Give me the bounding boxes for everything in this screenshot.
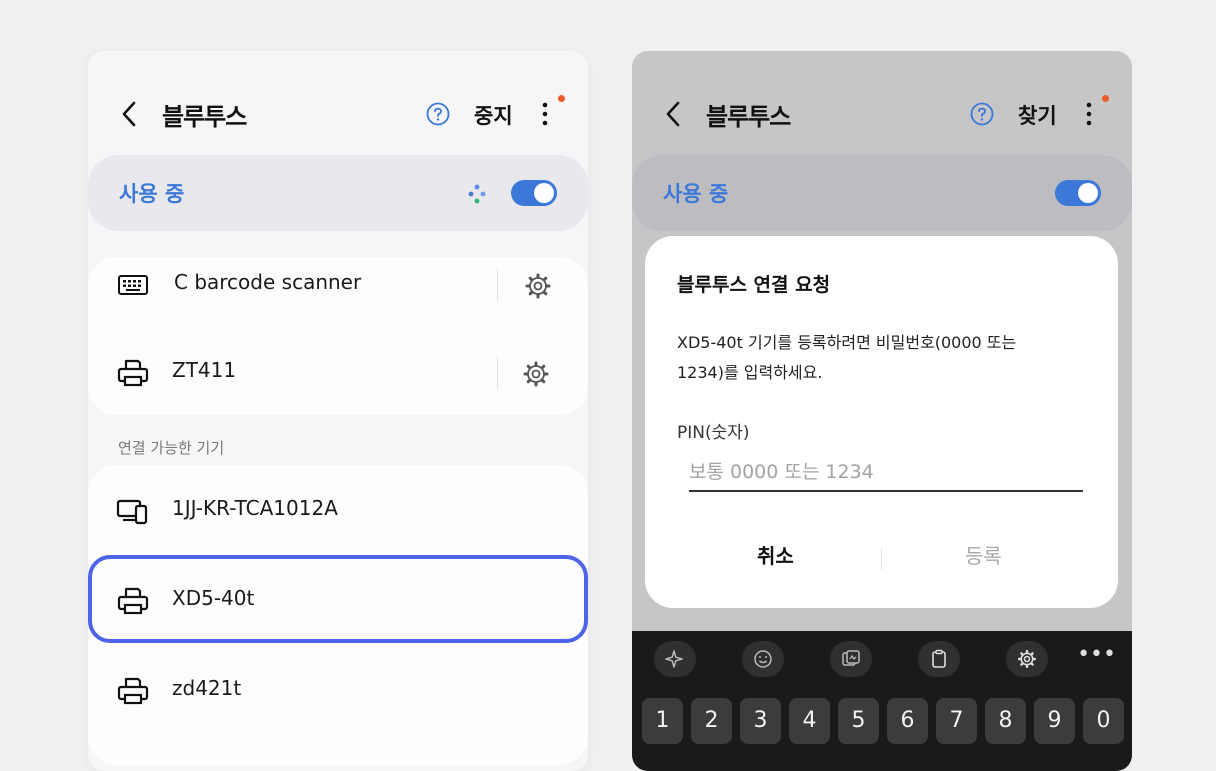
page-title: 블루투스 bbox=[162, 103, 247, 131]
back-arrow-icon[interactable] bbox=[664, 101, 682, 127]
pin-label: PIN(숫자) bbox=[677, 423, 750, 443]
key-9[interactable]: 9 bbox=[1034, 698, 1075, 744]
register-button[interactable]: 등록 bbox=[965, 540, 1002, 569]
notification-dot bbox=[558, 95, 565, 102]
keyboard-icon bbox=[118, 275, 148, 295]
key-7[interactable]: 7 bbox=[936, 698, 977, 744]
cancel-button[interactable]: 취소 bbox=[757, 540, 794, 569]
gear-icon[interactable] bbox=[522, 360, 550, 388]
dialog-message-line: 1234)를 입력하세요. bbox=[677, 363, 823, 382]
key-5[interactable]: 5 bbox=[838, 698, 879, 744]
bluetooth-pairing-screen: 블루투스 찾기 사용 중 블루투스 연결 요청 XD5-40t 기기를 등록하려… bbox=[632, 51, 1132, 771]
button-divider bbox=[881, 548, 882, 570]
bluetooth-toggle-row[interactable]: 사용 중 bbox=[632, 155, 1132, 231]
pin-input[interactable] bbox=[689, 454, 1083, 492]
paired-devices-card: C barcode scanner ZT411 bbox=[88, 257, 588, 415]
printer-icon bbox=[117, 359, 149, 387]
more-options-icon[interactable] bbox=[1086, 101, 1092, 127]
bluetooth-switch[interactable] bbox=[511, 180, 557, 206]
help-icon[interactable] bbox=[970, 102, 994, 126]
notification-dot bbox=[1102, 95, 1109, 102]
bluetooth-switch[interactable] bbox=[1055, 180, 1101, 206]
key-2[interactable]: 2 bbox=[691, 698, 732, 744]
page-title: 블루투스 bbox=[706, 103, 791, 131]
gear-icon[interactable] bbox=[524, 272, 552, 300]
device-name: zd421t bbox=[172, 676, 242, 700]
key-0[interactable]: 0 bbox=[1083, 698, 1124, 744]
device-row-zd421t[interactable]: zd421t bbox=[88, 647, 588, 735]
toggle-label: 사용 중 bbox=[119, 182, 185, 206]
more-options-icon[interactable] bbox=[542, 101, 548, 127]
device-name: ZT411 bbox=[172, 358, 237, 382]
bluetooth-settings-screen: 블루투스 중지 사용 중 C barcode scanner ZT411 연결 bbox=[88, 51, 588, 771]
on-screen-keyboard: ••• 1 2 3 4 5 6 7 8 9 0 bbox=[632, 631, 1132, 771]
clipboard-icon[interactable] bbox=[918, 641, 960, 677]
dim-overlay: 블루투스 찾기 사용 중 블루투스 연결 요청 XD5-40t 기기를 등록하려… bbox=[632, 51, 1132, 631]
selection-highlight bbox=[88, 555, 588, 643]
device-name: C barcode scanner bbox=[174, 270, 362, 294]
scanning-indicator-icon bbox=[468, 184, 486, 204]
dialog-title: 블루투스 연결 요청 bbox=[677, 274, 831, 296]
bluetooth-toggle-row[interactable]: 사용 중 bbox=[88, 155, 588, 231]
dialog-message: XD5-40t 기기를 등록하려면 비밀번호(0000 또는 1234)를 입력… bbox=[677, 328, 1057, 388]
toggle-label: 사용 중 bbox=[663, 182, 729, 206]
gear-icon[interactable] bbox=[1006, 641, 1048, 677]
devices-icon bbox=[116, 499, 148, 525]
dialog-message-line: XD5-40t 기기를 등록하려면 비밀번호(0000 또는 bbox=[677, 333, 1017, 352]
key-4[interactable]: 4 bbox=[789, 698, 830, 744]
printer-icon bbox=[117, 677, 149, 705]
device-row-1jj[interactable]: 1JJ-KR-TCA1012A bbox=[88, 467, 588, 555]
help-icon[interactable] bbox=[426, 102, 450, 126]
back-arrow-icon[interactable] bbox=[120, 101, 138, 127]
sparkle-icon[interactable] bbox=[654, 641, 696, 677]
pairing-request-dialog: 블루투스 연결 요청 XD5-40t 기기를 등록하려면 비밀번호(0000 또… bbox=[645, 236, 1118, 608]
section-label-available: 연결 가능한 기기 bbox=[118, 439, 225, 457]
divider bbox=[497, 269, 498, 301]
search-button[interactable]: 찾기 bbox=[1018, 100, 1057, 130]
stop-button[interactable]: 중지 bbox=[474, 100, 513, 130]
key-6[interactable]: 6 bbox=[887, 698, 928, 744]
key-1[interactable]: 1 bbox=[642, 698, 683, 744]
emoji-icon[interactable] bbox=[742, 641, 784, 677]
device-name: 1JJ-KR-TCA1012A bbox=[172, 496, 338, 520]
more-icon[interactable]: ••• bbox=[1077, 644, 1116, 666]
key-8[interactable]: 8 bbox=[985, 698, 1026, 744]
divider bbox=[497, 357, 498, 389]
sticker-icon[interactable] bbox=[830, 641, 872, 677]
device-row-zt411[interactable]: ZT411 bbox=[88, 329, 588, 417]
key-3[interactable]: 3 bbox=[740, 698, 781, 744]
device-row-barcode-scanner[interactable]: C barcode scanner bbox=[88, 241, 588, 329]
